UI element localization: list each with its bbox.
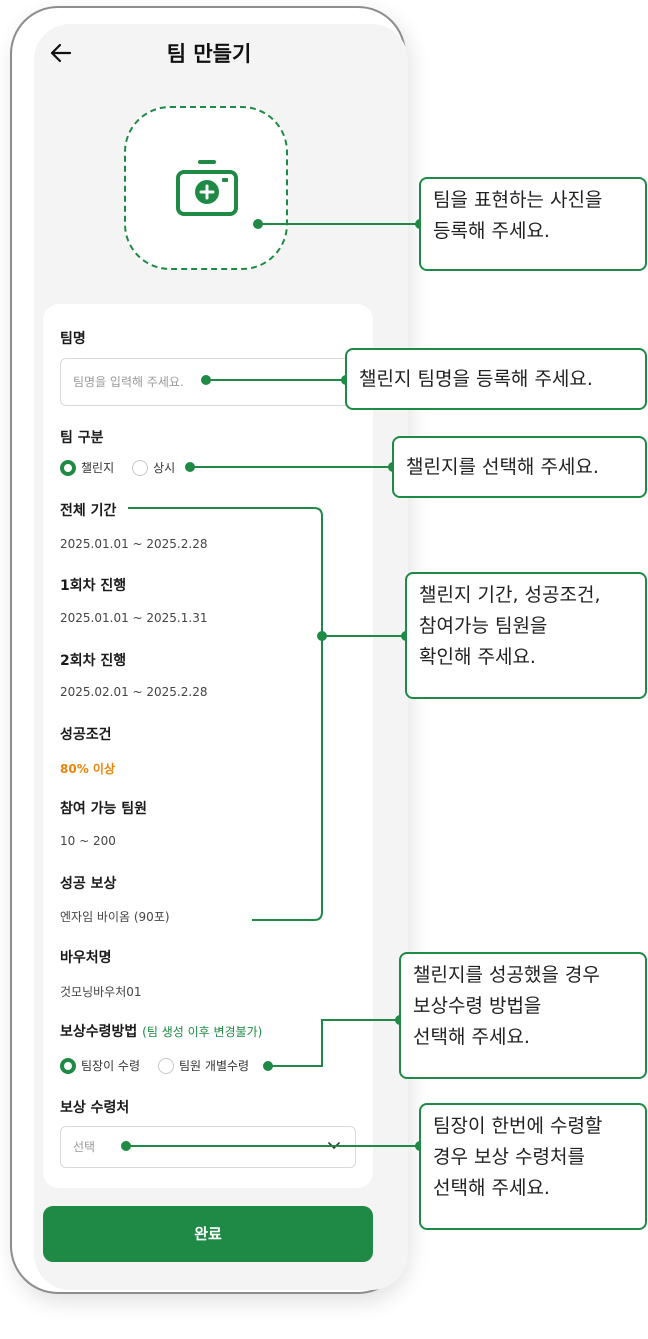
- team-name-placeholder: 팀명을 입력해 주세요.: [73, 375, 184, 389]
- radio-leader-receives[interactable]: 팀장이 수령: [60, 1057, 140, 1074]
- radio-unselected-icon: [132, 459, 149, 476]
- receiver-select-value: 선택: [73, 1140, 96, 1154]
- voucher-value: 것모닝바우처01: [60, 985, 142, 999]
- receive-method-label: 보상수령방법 (팀 생성 이후 변경불가): [60, 1021, 262, 1041]
- reward-value: 엔자임 바이옴 (90포): [60, 910, 170, 924]
- callout-challenge-info: 챌린지 기간, 성공조건, 참여가능 팀원을 확인해 주세요.: [405, 572, 647, 699]
- callout-receive-method: 챌린지를 성공했을 경우 보상수령 방법을 선택해 주세요.: [399, 952, 647, 1079]
- radio-members-receive-label: 팀원 개별수령: [179, 1059, 250, 1073]
- team-type-label: 팀 구분: [60, 430, 104, 446]
- members-label: 참여 가능 팀원: [60, 801, 148, 817]
- receive-method-hint: (팀 생성 이후 변경불가): [142, 1025, 263, 1039]
- receiver-select[interactable]: 선택: [60, 1126, 356, 1168]
- photo-upload-button[interactable]: [124, 106, 288, 270]
- period-label: 전체 기간: [60, 503, 117, 519]
- camera-add-icon: [176, 160, 238, 216]
- radio-challenge-label: 챌린지: [81, 461, 115, 475]
- round2-value: 2025.02.01 ~ 2025.2.28: [60, 685, 208, 699]
- receiver-label: 보상 수령처: [60, 1100, 130, 1116]
- done-button[interactable]: 완료: [43, 1206, 373, 1262]
- round1-label: 1회차 진행: [60, 578, 127, 594]
- period-value: 2025.01.01 ~ 2025.2.28: [60, 537, 208, 551]
- radio-selected-icon: [60, 459, 76, 476]
- chevron-down-icon: [328, 1142, 340, 1150]
- radio-regular[interactable]: 상시: [132, 459, 175, 476]
- team-type-radio-group: 챌린지 상시: [60, 459, 193, 476]
- success-condition-label: 성공조건: [60, 727, 112, 743]
- receive-method-label-text: 보상수령방법: [60, 1024, 138, 1040]
- radio-selected-icon: [60, 1057, 76, 1074]
- radio-regular-label: 상시: [153, 461, 176, 475]
- members-value: 10 ~ 200: [60, 834, 116, 848]
- round1-value: 2025.01.01 ~ 2025.1.31: [60, 611, 208, 625]
- receive-method-radio-group: 팀장이 수령 팀원 개별수령: [60, 1057, 267, 1074]
- callout-team-name: 챌린지 팀명을 등록해 주세요.: [345, 348, 647, 410]
- team-name-input[interactable]: 팀명을 입력해 주세요.: [60, 358, 356, 406]
- callout-team-type: 챌린지를 선택해 주세요.: [392, 436, 647, 498]
- callout-receiver: 팀장이 한번에 수령할 경우 보상 수령처를 선택해 주세요.: [419, 1103, 647, 1230]
- radio-members-receive[interactable]: 팀원 개별수령: [158, 1057, 249, 1074]
- radio-leader-receives-label: 팀장이 수령: [81, 1059, 141, 1073]
- reward-label: 성공 보상: [60, 876, 117, 892]
- radio-challenge[interactable]: 챌린지: [60, 459, 114, 476]
- team-name-label: 팀명: [60, 331, 86, 347]
- radio-unselected-icon: [158, 1057, 175, 1074]
- round2-label: 2회차 진행: [60, 653, 127, 669]
- success-condition-value: 80% 이상: [60, 762, 115, 776]
- callout-photo: 팀을 표현하는 사진을 등록해 주세요.: [419, 177, 647, 271]
- page-title: 팀 만들기: [166, 42, 252, 66]
- voucher-label: 바우처명: [60, 950, 112, 966]
